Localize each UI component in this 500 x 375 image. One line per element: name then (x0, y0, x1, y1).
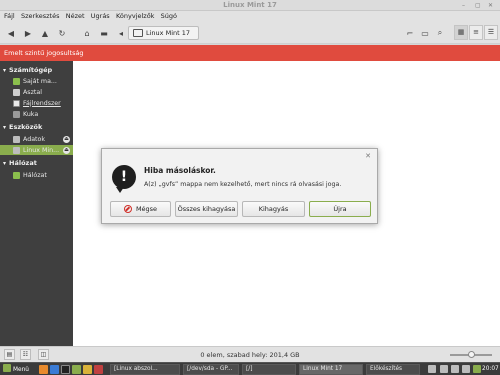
error-icon: ! (112, 165, 136, 193)
zoom-slider-knob[interactable] (468, 351, 475, 358)
sidebar-item-adatok[interactable]: Adatok ⏏ (13, 134, 73, 144)
computer-icon[interactable]: ▬ (98, 27, 110, 39)
up-icon[interactable]: ▲ (39, 27, 51, 39)
list-view-icon[interactable]: ≡ (469, 25, 483, 40)
icon-view-icon[interactable]: ▦ (454, 25, 468, 40)
sidebar-item-desktop[interactable]: Asztal (13, 87, 73, 97)
menu-help[interactable]: Súgó (157, 11, 177, 20)
cancel-icon (123, 205, 132, 213)
files-icon[interactable] (72, 365, 81, 374)
menu-file[interactable]: Fájl (0, 11, 15, 20)
error-dialog: ✕ ! Hiba másoláskor. A(z) „gvfs” mappa n… (101, 148, 378, 224)
menu-bookmarks[interactable]: Könyvjelzők (112, 11, 155, 20)
browser-icon[interactable] (39, 365, 48, 374)
breadcrumb-label: Linux Mint 17 (146, 29, 190, 37)
sidebar-item-trash[interactable]: Kuka (13, 109, 73, 119)
clock[interactable]: 20:07 (482, 364, 499, 375)
sidebar: Számítógép Saját ma... Asztal Fájlrendsz… (0, 61, 73, 346)
taskbar-window-5[interactable]: Előkészítés (366, 364, 420, 375)
sidebar-section-network[interactable]: Hálózat (3, 159, 37, 167)
search-icon[interactable]: ⌕ (434, 27, 446, 39)
mint-logo-icon (3, 364, 11, 372)
terminal-icon[interactable] (61, 365, 70, 374)
taskbar-window-2[interactable]: [/dev/sda - GP... (183, 364, 239, 375)
sidebar-item-filesystem[interactable]: Fájlrendszer (13, 98, 73, 108)
network-icon[interactable] (440, 365, 448, 373)
menu-edit[interactable]: Szerkesztés (17, 11, 59, 20)
update-shield-icon[interactable] (473, 365, 481, 373)
dialog-message: A(z) „gvfs” mappa nem kezelhető, mert ni… (144, 181, 342, 188)
trash-icon (13, 110, 20, 118)
sidebar-item-linux-mint[interactable]: Linux Min... ⏏ (0, 145, 73, 155)
tray-icon[interactable] (428, 365, 436, 373)
menu-go[interactable]: Ugrás (87, 11, 110, 20)
filesystem-icon (13, 99, 20, 107)
retry-button[interactable]: Újra (309, 201, 371, 217)
battery-icon[interactable] (462, 365, 470, 373)
taskbar-window-1[interactable]: [Linux abszol... (110, 364, 180, 375)
sidebar-item-network[interactable]: Hálózat (13, 170, 73, 180)
home-icon[interactable]: ⌂ (81, 27, 93, 39)
start-menu-button[interactable]: Menü (3, 364, 29, 375)
new-folder-icon[interactable]: ▭ (419, 27, 431, 39)
taskbar: Menü [Linux abszol... [/dev/sda - GP... … (0, 362, 500, 375)
zoom-slider[interactable] (450, 351, 492, 358)
taskbar-window-4[interactable]: Linux Mint 17 (299, 364, 363, 375)
close-icon[interactable]: ✕ (488, 2, 493, 9)
chromium-icon[interactable] (50, 365, 59, 374)
menu-bar: Fájl Szerkesztés Nézet Ugrás Könyvjelzők… (0, 11, 500, 22)
window-titlebar: Linux Mint 17 – ▢ ✕ (0, 0, 500, 11)
home-folder-icon (13, 77, 20, 85)
warning-text: Emelt szintű jogosultság (4, 49, 84, 57)
forward-icon[interactable]: ▶ (22, 27, 34, 39)
status-bar: ▤ ☷ ◫ 0 elem, szabad hely: 201,4 GB (0, 346, 500, 362)
back-icon[interactable]: ◀ (5, 27, 17, 39)
drive-icon (13, 135, 20, 143)
app-icon[interactable] (94, 365, 103, 374)
eject-icon[interactable]: ⏏ (63, 135, 70, 143)
reload-icon[interactable]: ↻ (56, 27, 68, 39)
app-icon[interactable] (83, 365, 92, 374)
menu-view[interactable]: Nézet (62, 11, 85, 20)
drive-icon (133, 29, 143, 37)
compact-view-icon[interactable]: ☰ (484, 25, 498, 40)
terminal-icon[interactable]: ⌐ (404, 27, 416, 39)
network-icon (13, 171, 20, 179)
skip-all-button[interactable]: Összes kihagyása (175, 201, 238, 217)
sidebar-item-home[interactable]: Saját ma... (13, 76, 73, 86)
sidebar-section-devices[interactable]: Eszközök (3, 123, 42, 131)
toggle-location-icon[interactable]: ◂ (115, 27, 127, 39)
sidebar-section-computer[interactable]: Számítógép (3, 66, 52, 74)
elevated-privileges-bar: Emelt szintű jogosultság (0, 45, 500, 61)
toolbar: ◀ ▶ ▲ ↻ ⌂ ▬ ◂ Linux Mint 17 ⌐ ▭ ⌕ ▦ ≡ ☰ (0, 22, 500, 44)
eject-icon[interactable]: ⏏ (63, 146, 70, 154)
maximize-icon[interactable]: ▢ (475, 2, 481, 9)
taskbar-window-3[interactable]: [/] (242, 364, 296, 375)
dialog-title: Hiba másoláskor. (144, 166, 216, 175)
dialog-close-icon[interactable]: ✕ (365, 152, 371, 160)
skip-button[interactable]: Kihagyás (242, 201, 305, 217)
minimize-icon[interactable]: – (462, 2, 465, 9)
volume-icon[interactable] (451, 365, 459, 373)
desktop-icon (13, 88, 20, 96)
breadcrumb-button[interactable]: Linux Mint 17 (128, 26, 199, 40)
status-text: 0 elem, szabad hely: 201,4 GB (200, 351, 300, 359)
drive-icon (13, 146, 20, 154)
cancel-button[interactable]: Mégse (110, 201, 171, 217)
window-title: Linux Mint 17 (223, 1, 277, 9)
